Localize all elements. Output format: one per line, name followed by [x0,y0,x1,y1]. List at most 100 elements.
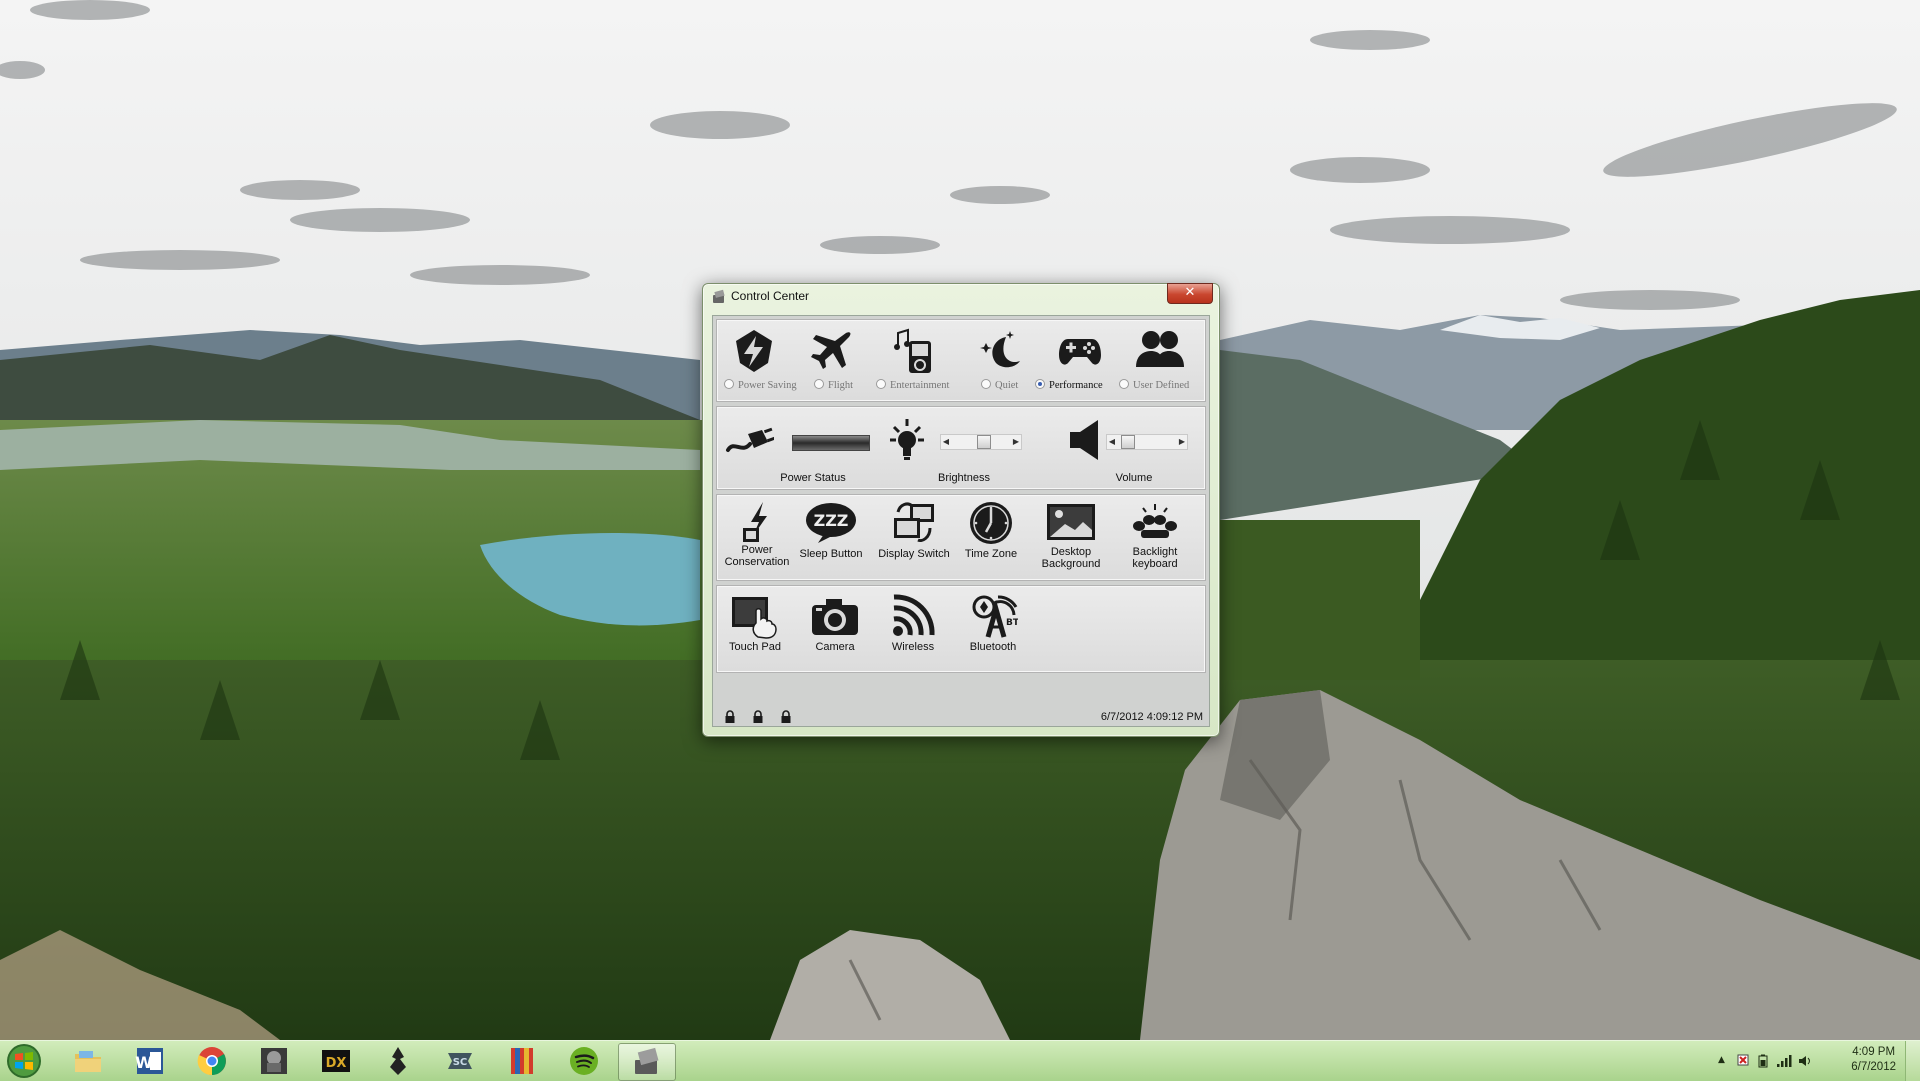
devices-panel: Touch Pad Camera Wireless BT Bluetooth [717,586,1205,672]
tray-flag-icon[interactable] [1736,1054,1750,1068]
display-switch-button[interactable]: Display Switch [878,500,950,560]
display-switch-label: Display Switch [878,548,950,560]
slider-right-arrow-icon[interactable]: ▶ [1011,435,1021,449]
desktop-background-label: Desktop Background [1041,546,1101,570]
radio-button[interactable] [876,379,886,389]
chrome-icon [197,1047,226,1076]
moon-icon [980,331,1020,368]
time-zone-button[interactable]: Time Zone [958,500,1024,560]
num-lock-icon [753,710,763,723]
mode-entertainment[interactable] [890,327,942,375]
mode-radio-flight[interactable]: Flight [814,379,853,391]
sleep-button[interactable]: ZZZ Sleep Button [798,500,864,560]
users-icon [1136,331,1184,367]
file-explorer-icon [75,1051,101,1072]
camera-icon [812,599,858,635]
display-switch-icon [894,502,934,542]
mode-quiet[interactable] [974,327,1026,375]
window-title: Control Center [731,289,810,303]
desktop-background-icon [1047,504,1095,540]
brightness-slider-thumb[interactable] [977,435,991,449]
power-status-label: Power Status [780,472,846,484]
volume-label: Volume [1115,472,1153,484]
bluetooth-button[interactable]: BT Bluetooth [960,593,1026,653]
mode-power-saving[interactable] [728,327,780,375]
radio-button[interactable] [814,379,824,389]
bluetooth-label: Bluetooth [969,641,1017,653]
tools-panel: Power Conservation ZZZ Sleep Button Disp… [717,495,1205,580]
svg-text:DX: DX [326,1056,347,1071]
close-button[interactable]: ✕ [1167,283,1213,304]
volume-slider[interactable]: ◀ ▶ [1106,434,1188,450]
radio-button[interactable] [981,379,991,389]
show-desktop-button[interactable] [1905,1041,1920,1081]
sleep-button-label: Sleep Button [799,548,863,560]
taskbar-game-book[interactable] [494,1043,550,1079]
taskbar-file-explorer[interactable] [60,1043,116,1079]
mode-radio-quiet[interactable]: Quiet [981,379,1018,391]
touch-pad-button[interactable]: Touch Pad [722,593,788,653]
radio-button[interactable] [1119,379,1129,389]
taskbar-control-center[interactable] [618,1043,676,1081]
mode-radio-performance[interactable]: Performance [1035,379,1103,391]
clock-icon [970,502,1012,544]
mode-panel: Power Saving Flight Entertainment Quiet … [717,320,1205,401]
slider-left-arrow-icon[interactable]: ◀ [1107,435,1117,449]
mode-label: User Defined [1133,380,1190,391]
spotify-icon [570,1047,598,1075]
backlight-keyboard-label: Backlight keyboard [1132,546,1178,570]
power-conservation-button[interactable]: Power Conservation [724,500,790,568]
taskbar-deus-ex[interactable]: DX [308,1043,364,1079]
slider-left-arrow-icon[interactable]: ◀ [941,435,951,449]
tray-expand-icon[interactable]: ▲ [1718,1055,1725,1065]
scroll-lock-icon [781,710,791,723]
status-bar: 6/7/2012 4:09:12 PM [713,708,1209,726]
mode-radio-user-defined[interactable]: User Defined [1119,379,1189,391]
title-bar[interactable]: Control Center ✕ [703,283,1219,310]
power-conservation-icon [743,502,767,542]
brightness-slider[interactable]: ◀ ▶ [940,434,1022,450]
tray-network-icon[interactable] [1776,1054,1792,1068]
svg-text:ZZZ: ZZZ [814,511,849,530]
mode-flight[interactable] [804,327,856,375]
taskbar-chrome[interactable] [184,1043,240,1079]
tray-battery-icon[interactable] [1756,1054,1770,1068]
radio-button-selected[interactable] [1035,379,1045,389]
mode-label: Quiet [995,380,1019,391]
system-tray: ▲ 4:09 PM 6/7/2012 [1700,1041,1920,1081]
media-player-icon [894,328,931,373]
taskbar-game-1[interactable] [246,1043,302,1079]
radio-button[interactable] [724,379,734,389]
mode-radio-entertainment[interactable]: Entertainment [876,379,949,391]
taskbar-spotify[interactable] [556,1043,612,1079]
power-conservation-label: Power Conservation [724,544,790,568]
tray-volume-icon[interactable] [1798,1054,1812,1068]
power-saving-icon [736,330,772,372]
control-center-window: Control Center ✕ Power Saving Flight Ent… [702,283,1220,737]
start-button[interactable] [4,1042,50,1080]
game-icon [261,1048,287,1074]
camera-button[interactable]: Camera [802,593,868,653]
taskbar-clock[interactable]: 4:09 PM 6/7/2012 [1851,1045,1896,1075]
svg-text:BT: BT [1006,618,1018,628]
mode-label: Performance [1049,380,1103,391]
slider-right-arrow-icon[interactable]: ▶ [1177,435,1187,449]
taskbar-word[interactable]: W [122,1043,178,1079]
volume-slider-thumb[interactable] [1121,435,1135,449]
mode-user-defined[interactable] [1132,327,1188,375]
taskbar-starcraft[interactable]: SC [432,1043,488,1079]
client-area: Power Saving Flight Entertainment Quiet … [712,315,1210,727]
brightness-label: Brightness [938,472,990,484]
deus-ex-icon: DX [322,1050,350,1072]
backlight-keyboard-button[interactable]: Backlight keyboard [1118,500,1192,570]
mode-label: Flight [828,380,854,391]
status-timestamp: 6/7/2012 4:09:12 PM [1100,711,1203,723]
wireless-button[interactable]: Wireless [880,593,946,653]
taskbar-skyrim[interactable] [370,1043,426,1079]
svg-text:W: W [135,1053,153,1072]
desktop-background-button[interactable]: Desktop Background [1034,500,1108,570]
mode-performance[interactable] [1054,327,1106,375]
word-icon: W [135,1048,163,1074]
mode-radio-power-saving[interactable]: Power Saving [724,379,797,391]
touch-pad-label: Touch Pad [729,641,781,653]
